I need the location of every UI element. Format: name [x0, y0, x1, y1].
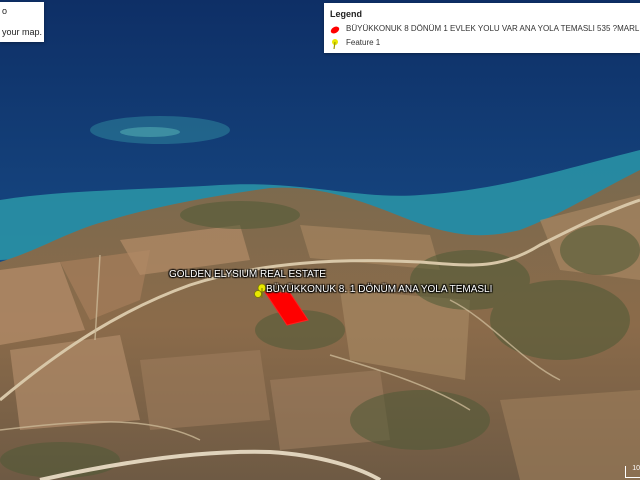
- yellow-pushpin-icon: [332, 39, 338, 49]
- field: [10, 335, 140, 430]
- intro-text-line1: o: [2, 6, 8, 16]
- legend-item-feature-1[interactable]: Feature 1: [330, 38, 640, 50]
- map-label-company[interactable]: GOLDEN ELYSIUM REAL ESTATE: [169, 269, 326, 280]
- satellite-map[interactable]: [0, 0, 640, 480]
- legend-item-label: BÜYÜKKONUK 8 DÖNÜM 1 EVLEK YOLU VAR ANA …: [346, 24, 640, 33]
- legend-panel: Legend BÜYÜKKONUK 8 DÖNÜM 1 EVLEK YOLU V…: [324, 3, 640, 53]
- map-label-parcel[interactable]: BÜYÜKKONUK 8. 1 DÖNÜM ANA YOLA TEMASLI: [266, 284, 492, 295]
- legend-item-parcel[interactable]: BÜYÜKKONUK 8 DÖNÜM 1 EVLEK YOLU VAR ANA …: [330, 24, 640, 36]
- field: [500, 390, 640, 480]
- legend-item-label: Feature 1: [346, 38, 381, 47]
- field: [140, 350, 270, 430]
- legend-title: Legend: [330, 9, 363, 19]
- intro-text-line2: your map.: [2, 27, 43, 37]
- scale-label: 10: [632, 465, 640, 472]
- red-polygon-icon: [330, 26, 340, 34]
- scale-bar: 10: [625, 465, 640, 478]
- intro-panel: o your map.: [0, 2, 44, 42]
